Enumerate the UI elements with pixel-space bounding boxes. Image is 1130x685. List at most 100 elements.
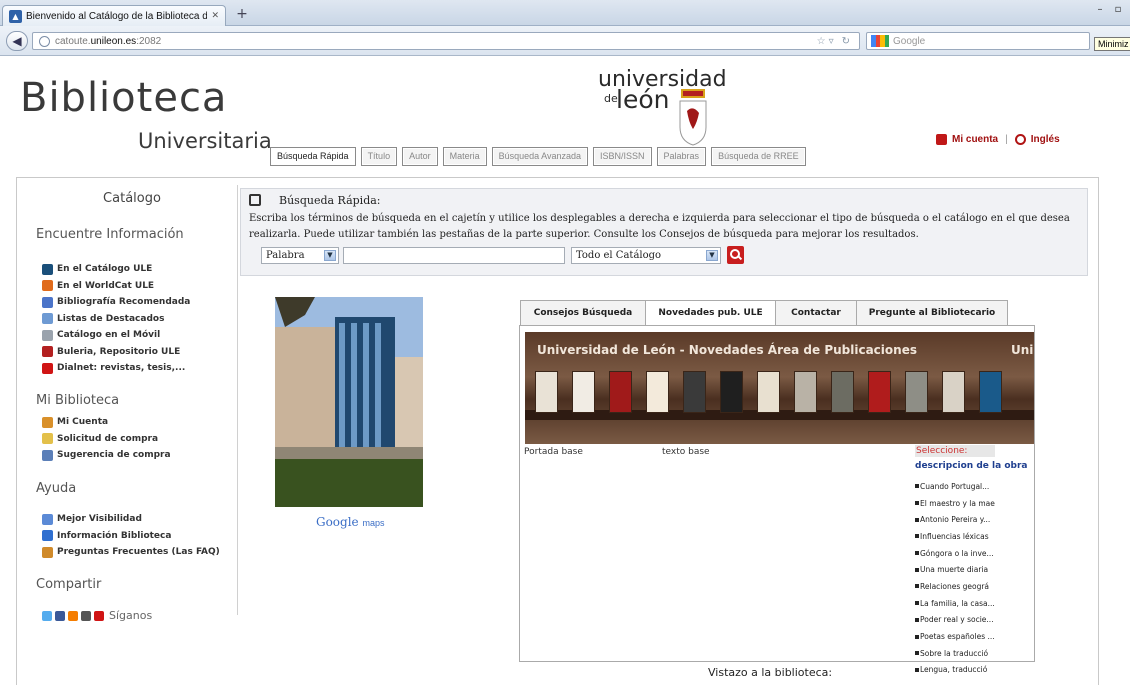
sidebar-item[interactable]: Mejor Visibilidad (42, 511, 220, 528)
info-tab-2[interactable]: Contactar (775, 300, 857, 325)
nav-tab-7[interactable]: Búsqueda de RREE (711, 147, 806, 166)
minimize-tooltip: Minimiz (1094, 37, 1130, 51)
sidebar-item-label: Mejor Visibilidad (57, 514, 142, 525)
sidebar-item[interactable]: Sugerencia de compra (42, 447, 171, 464)
work-list-item[interactable]: El maestro y la mae (915, 495, 1003, 512)
user-icon (42, 416, 53, 428)
work-list-item[interactable]: Poetas españoles ... (915, 628, 1003, 645)
account-icon[interactable] (936, 134, 947, 145)
book-cover[interactable] (905, 371, 928, 413)
browser-navigation-bar: ◀ catoute.unileon.es:2082 ☆▿ ↻ Google (0, 26, 1130, 56)
sidebar-item[interactable]: Catálogo en el Móvil (42, 327, 190, 344)
publications-banner[interactable]: Universidad de León - Novedades Área de … (525, 332, 1034, 444)
bullet-icon (915, 617, 919, 622)
nav-tab-4[interactable]: Búsqueda Avanzada (491, 147, 589, 166)
sidebar-item[interactable]: Solicitud de compra (42, 431, 171, 448)
sidebar-item[interactable]: Preguntas Frecuentes (Las FAQ) (42, 544, 220, 561)
work-title: Sobre la traducció (920, 648, 989, 658)
reload-icon[interactable]: ↻ (842, 36, 853, 47)
work-list-item[interactable]: Góngora o la inve... (915, 545, 1003, 562)
book-cover[interactable] (868, 371, 891, 413)
browser-search-box[interactable]: Google (866, 32, 1090, 50)
google-engine-icon[interactable] (871, 35, 889, 47)
search-button[interactable] (727, 246, 744, 264)
sidebar-item[interactable]: En el WorldCat ULE (42, 278, 190, 295)
chevron-down-icon[interactable]: ▼ (706, 250, 718, 261)
library-building-photo[interactable] (275, 297, 423, 507)
sidebar-item[interactable]: Bibliografía Recomendada (42, 294, 190, 311)
book-cover[interactable] (535, 371, 558, 413)
sidebar-item-label: Sugerencia de compra (57, 450, 171, 461)
book-cover[interactable] (979, 371, 1002, 413)
work-list-item[interactable]: Antonio Pereira y... (915, 511, 1003, 528)
blogger-icon[interactable] (68, 610, 78, 621)
book-cover[interactable] (794, 371, 817, 413)
english-link[interactable]: Inglés (1031, 134, 1060, 145)
nav-tab-0[interactable]: Búsqueda Rápida (270, 147, 356, 166)
sidebar-item-label: Bibliografía Recomendada (57, 297, 191, 308)
search-type-select[interactable]: Palabra ▼ (261, 247, 339, 264)
minimize-window-button[interactable]: – (1092, 4, 1108, 18)
bookmark-star-icon[interactable]: ☆▿ (817, 36, 837, 47)
address-bar[interactable]: catoute.unileon.es:2082 ☆▿ ↻ (32, 32, 860, 50)
chevron-down-icon[interactable]: ▼ (324, 250, 336, 261)
google-maps-link[interactable]: Google maps (316, 515, 385, 529)
book-cover[interactable] (683, 371, 706, 413)
info-tab-3[interactable]: Pregunte al Bibliotecario (856, 300, 1008, 325)
info-tab-0[interactable]: Consejos Búsqueda (520, 300, 646, 325)
close-tab-icon[interactable]: ✕ (211, 11, 219, 21)
book-cover[interactable] (942, 371, 965, 413)
work-list-item[interactable]: Una muerte diaria (915, 561, 1003, 578)
sidebar-item[interactable]: Dialnet: revistas, tesis,... (42, 360, 190, 377)
book-cover[interactable] (720, 371, 743, 413)
sidebar-item[interactable]: Mi Cuenta (42, 414, 171, 431)
browser-tab-title: Bienvenido al Catálogo de la Biblioteca … (26, 10, 208, 22)
browser-tab-strip: ▲ Bienvenido al Catálogo de la Bibliotec… (0, 0, 1130, 26)
sidebar-item-label: Mi Cuenta (57, 417, 109, 428)
book-cover[interactable] (646, 371, 669, 413)
work-list-item[interactable]: Sobre la traducció (915, 645, 1003, 662)
info-tab-1[interactable]: Novedades pub. ULE (645, 300, 776, 325)
share-heading: Compartir (36, 577, 102, 592)
my-library-heading: Mi Biblioteca (36, 393, 120, 408)
sidebar-item-label: Solicitud de compra (57, 433, 159, 444)
nav-tab-5[interactable]: ISBN/ISSN (593, 147, 652, 166)
nav-tab-1[interactable]: Título (360, 147, 398, 166)
work-list-item[interactable]: Poder real y socie... (915, 612, 1003, 629)
work-list-item[interactable]: La familia, la casa... (915, 595, 1003, 612)
youtube-icon[interactable] (94, 610, 104, 621)
work-list-item[interactable]: Relaciones geográ (915, 578, 1003, 595)
work-list-item[interactable]: Cuando Portugal... (915, 478, 1003, 495)
book-cover[interactable] (572, 371, 595, 413)
restore-window-button[interactable]: ▫ (1110, 4, 1126, 18)
catalog-select[interactable]: Todo el Catálogo ▼ (571, 247, 721, 264)
search-input[interactable] (343, 247, 565, 264)
book-cover[interactable] (757, 371, 780, 413)
netvibes-icon[interactable] (81, 610, 91, 621)
back-button[interactable]: ◀ (6, 31, 28, 51)
sidebar-item[interactable]: Información Biblioteca (42, 528, 220, 545)
library-favicon-icon: ▲ (9, 9, 22, 23)
book-cover[interactable] (831, 371, 854, 413)
facebook-icon[interactable] (55, 610, 65, 621)
new-tab-button[interactable]: + (232, 7, 252, 23)
sidebar-item[interactable]: Listas de Destacados (42, 311, 190, 328)
book-cover[interactable] (609, 371, 632, 413)
twitter-icon[interactable] (42, 610, 52, 621)
text-label: texto base (662, 447, 710, 457)
select-work-label[interactable]: Seleccione: (915, 445, 995, 457)
sidebar-item[interactable]: En el Catálogo ULE (42, 261, 190, 278)
nav-tab-3[interactable]: Materia (442, 147, 487, 166)
my-account-link[interactable]: Mi cuenta (952, 134, 998, 145)
work-list-item[interactable]: Influencias léxicas (915, 528, 1003, 545)
sidebar-item[interactable]: Buleria, Repositorio ULE (42, 344, 190, 361)
work-list-item[interactable]: Lengua, traducció (915, 662, 1003, 679)
language-globe-icon[interactable] (1014, 134, 1026, 145)
nav-tab-2[interactable]: Autor (402, 147, 438, 166)
google-maps-product: maps (362, 518, 385, 528)
header-links: Mi cuenta | Inglés (936, 134, 1060, 145)
browser-tab[interactable]: ▲ Bienvenido al Catálogo de la Bibliotec… (2, 5, 226, 26)
work-description-heading: descripcion de la obra (915, 461, 1028, 471)
catalog-icon (42, 263, 53, 275)
nav-tab-6[interactable]: Palabras (656, 147, 707, 166)
